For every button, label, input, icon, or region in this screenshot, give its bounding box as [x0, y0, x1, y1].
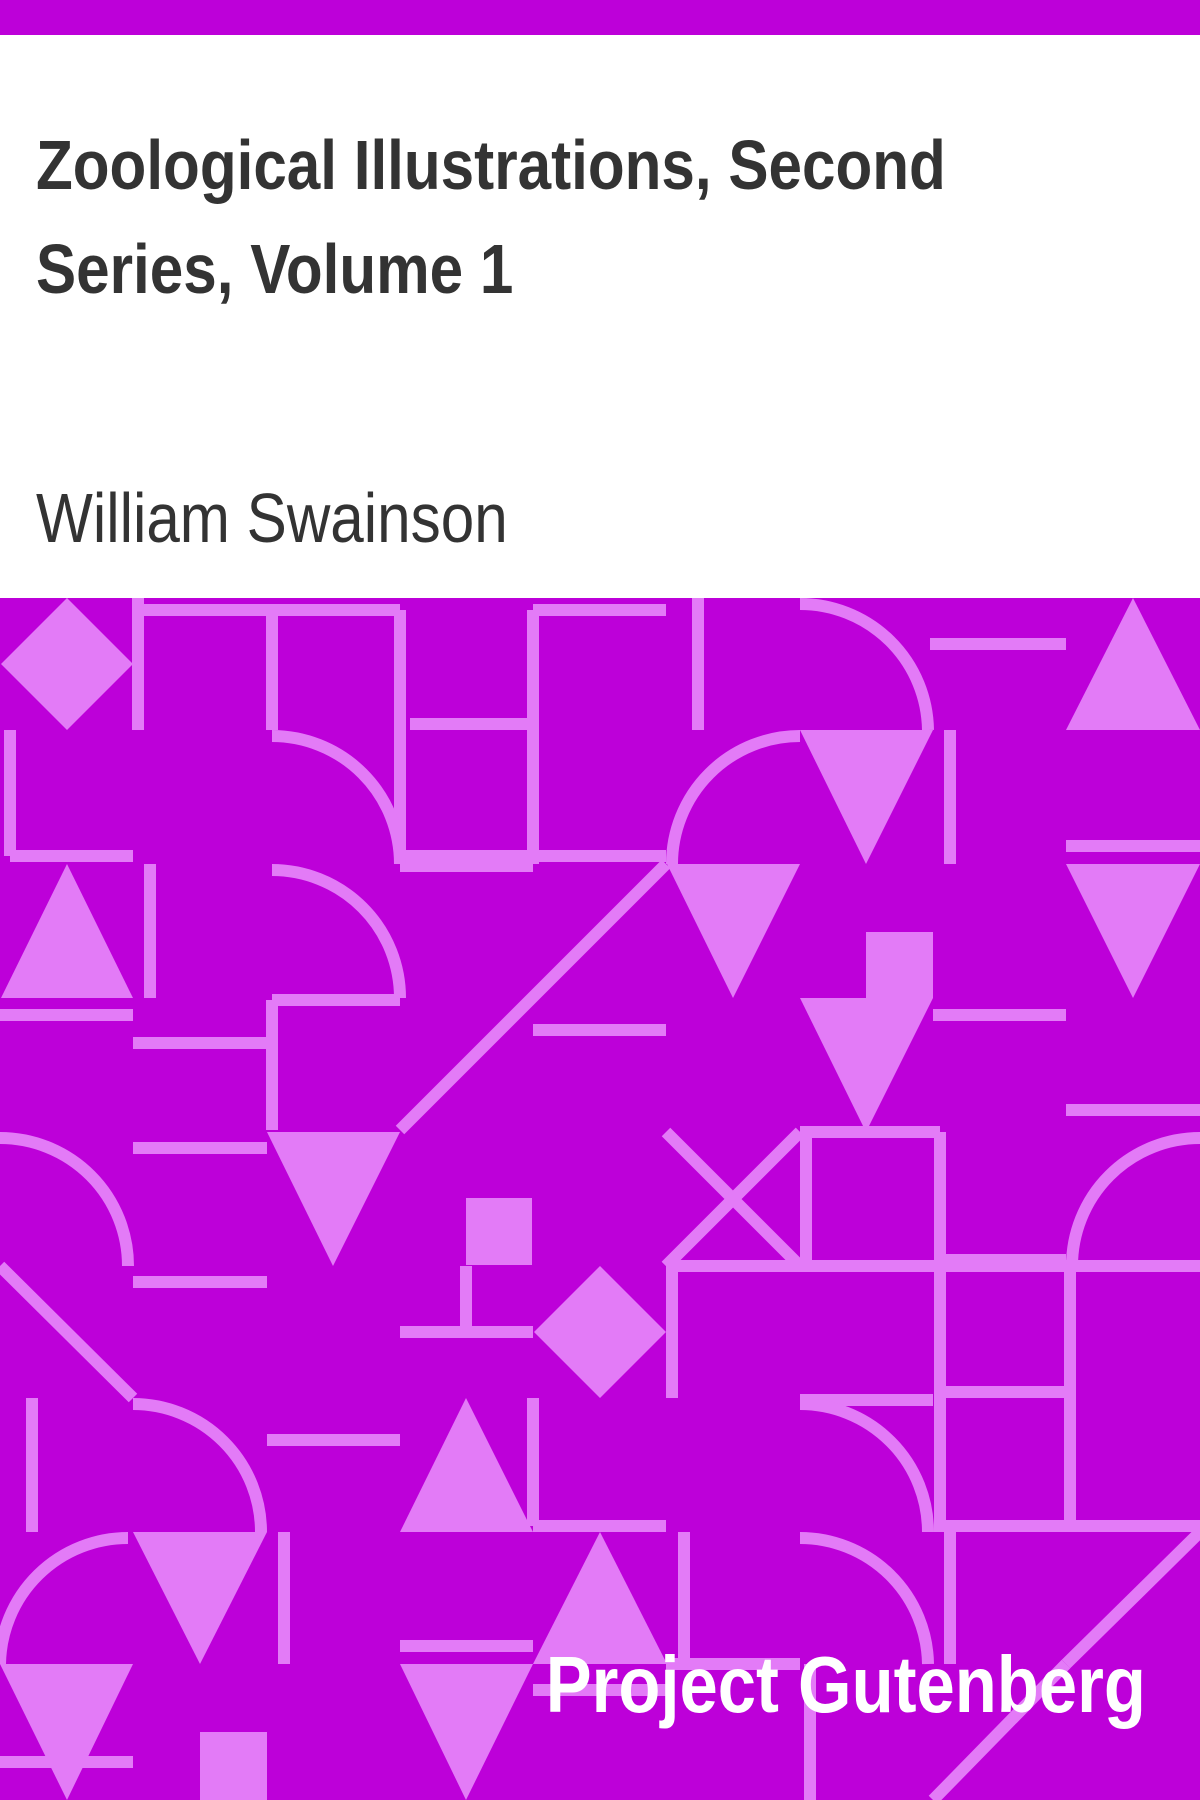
publisher-name: Project Gutenberg — [545, 1640, 1146, 1729]
cover-pattern: Project Gutenberg — [0, 598, 1200, 1800]
cover-title-area: Zoological Illustrations, Second Series,… — [0, 35, 1200, 598]
pattern-shapes — [0, 598, 1200, 1800]
top-accent-bar — [0, 0, 1200, 35]
book-author: William Swainson — [36, 479, 508, 557]
book-title: Zoological Illustrations, Second Series,… — [36, 126, 946, 308]
